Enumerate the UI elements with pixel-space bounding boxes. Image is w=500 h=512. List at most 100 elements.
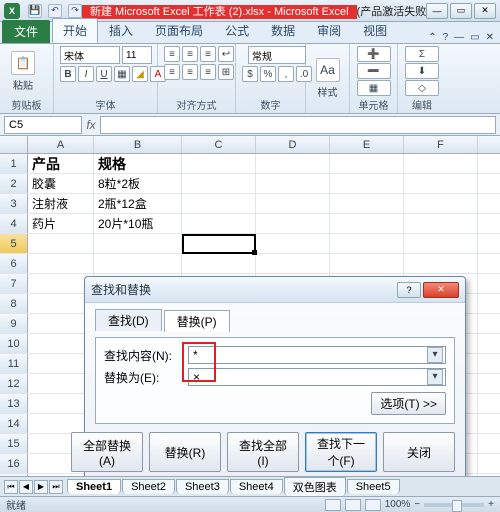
row-header[interactable]: 15 (0, 434, 28, 453)
cell[interactable] (182, 194, 256, 213)
mdi-max-icon[interactable]: ▭ (470, 32, 479, 43)
col-header[interactable]: C (182, 136, 256, 153)
row-header[interactable]: 9 (0, 314, 28, 333)
row-header[interactable]: 14 (0, 414, 28, 433)
cell[interactable] (330, 254, 404, 273)
find-input[interactable]: * (188, 346, 446, 364)
mdi-min-icon[interactable]: — (454, 32, 464, 43)
cell[interactable] (330, 214, 404, 233)
options-button[interactable]: 选项(T) >> (371, 392, 446, 415)
clear-button[interactable]: ◇ (405, 80, 439, 96)
tab-formulas[interactable]: 公式 (214, 18, 260, 43)
col-header[interactable]: F (404, 136, 478, 153)
align-right-icon[interactable]: ≡ (200, 64, 216, 80)
zoom-slider[interactable] (424, 503, 484, 507)
cell[interactable] (404, 174, 478, 193)
sheet-tab[interactable]: Sheet1 (67, 479, 121, 494)
fx-icon[interactable]: fx (82, 118, 100, 132)
cell[interactable] (182, 234, 256, 253)
cell[interactable] (256, 254, 330, 273)
sheet-tab[interactable]: Sheet3 (176, 479, 229, 494)
cell[interactable] (94, 254, 182, 273)
tab-page-layout[interactable]: 页面布局 (144, 18, 214, 43)
fill-button[interactable]: ⬇ (405, 63, 439, 79)
sheet-nav-last-icon[interactable]: ⏭ (49, 480, 63, 494)
sheet-nav-prev-icon[interactable]: ◀ (19, 480, 33, 494)
tab-insert[interactable]: 插入 (98, 18, 144, 43)
format-cells-button[interactable]: ▦ (357, 80, 391, 96)
cell[interactable]: 产品 (28, 154, 94, 173)
cell[interactable] (28, 234, 94, 253)
dialog-titlebar[interactable]: 查找和替换 ? ✕ (85, 277, 465, 303)
view-pagebreak-icon[interactable] (365, 499, 381, 511)
tab-home[interactable]: 开始 (52, 18, 98, 43)
font-name-combo[interactable]: 宋体 (60, 46, 120, 64)
sheet-nav-next-icon[interactable]: ▶ (34, 480, 48, 494)
row-header[interactable]: 11 (0, 354, 28, 373)
cell[interactable] (256, 214, 330, 233)
row-header[interactable]: 12 (0, 374, 28, 393)
row-header[interactable]: 13 (0, 394, 28, 413)
row-header[interactable]: 10 (0, 334, 28, 353)
sheet-tab[interactable]: Sheet4 (230, 479, 283, 494)
mdi-close-icon[interactable]: ✕ (486, 32, 494, 43)
cell[interactable]: 2瓶*12盒 (94, 194, 182, 213)
replace-button[interactable]: 替换(R) (149, 432, 221, 472)
name-box[interactable]: C5 (4, 116, 82, 134)
number-format-combo[interactable]: 常规 (248, 46, 306, 64)
row-header[interactable]: 6 (0, 254, 28, 273)
replace-input[interactable]: × (188, 368, 446, 386)
cell[interactable] (404, 214, 478, 233)
zoom-out-icon[interactable]: − (414, 499, 420, 510)
cell[interactable] (182, 214, 256, 233)
cell[interactable] (256, 194, 330, 213)
fill-color-button[interactable]: ◢ (132, 66, 148, 82)
row-header[interactable]: 1 (0, 154, 28, 173)
paste-button[interactable]: 📋粘贴 (6, 47, 40, 95)
sheet-tab[interactable]: Sheet2 (122, 479, 175, 494)
col-header[interactable]: A (28, 136, 94, 153)
close-dialog-button[interactable]: 关闭 (383, 432, 455, 472)
cell[interactable] (182, 254, 256, 273)
align-center-icon[interactable]: ≡ (182, 64, 198, 80)
close-button[interactable]: ✕ (474, 3, 496, 19)
tab-replace[interactable]: 替换(P) (164, 310, 230, 332)
autosum-button[interactable]: Σ (405, 46, 439, 62)
cell[interactable] (404, 254, 478, 273)
cell[interactable] (94, 234, 182, 253)
cell[interactable] (330, 234, 404, 253)
file-tab[interactable]: 文件 (2, 20, 50, 43)
row-header[interactable]: 2 (0, 174, 28, 193)
currency-icon[interactable]: $ (242, 66, 258, 82)
cell[interactable]: 药片 (28, 214, 94, 233)
minimize-ribbon-icon[interactable]: ⌃ (428, 32, 436, 43)
underline-button[interactable]: U (96, 66, 112, 82)
cell[interactable] (404, 194, 478, 213)
styles-button[interactable]: Aa样式 (312, 55, 343, 103)
dialog-help-button[interactable]: ? (397, 282, 421, 298)
row-header[interactable]: 16 (0, 454, 28, 473)
italic-button[interactable]: I (78, 66, 94, 82)
percent-icon[interactable]: % (260, 66, 276, 82)
col-header[interactable]: B (94, 136, 182, 153)
cell[interactable]: 胶囊 (28, 174, 94, 193)
col-header[interactable]: E (330, 136, 404, 153)
view-normal-icon[interactable] (325, 499, 341, 511)
sheet-nav-first-icon[interactable]: ⏮ (4, 480, 18, 494)
row-header[interactable]: 5 (0, 234, 28, 253)
cell[interactable] (256, 154, 330, 173)
align-bot-icon[interactable]: ≡ (200, 46, 216, 62)
tab-data[interactable]: 数据 (260, 18, 306, 43)
cell[interactable] (182, 174, 256, 193)
cell[interactable] (404, 154, 478, 173)
cell[interactable] (256, 234, 330, 253)
tab-review[interactable]: 审阅 (306, 18, 352, 43)
zoom-level[interactable]: 100% (385, 499, 411, 510)
cell[interactable] (330, 194, 404, 213)
find-next-button[interactable]: 查找下一个(F) (305, 432, 377, 472)
row-header[interactable]: 4 (0, 214, 28, 233)
maximize-button[interactable]: ▭ (450, 3, 472, 19)
col-header[interactable]: D (256, 136, 330, 153)
align-left-icon[interactable]: ≡ (164, 64, 180, 80)
border-button[interactable]: ▦ (114, 66, 130, 82)
